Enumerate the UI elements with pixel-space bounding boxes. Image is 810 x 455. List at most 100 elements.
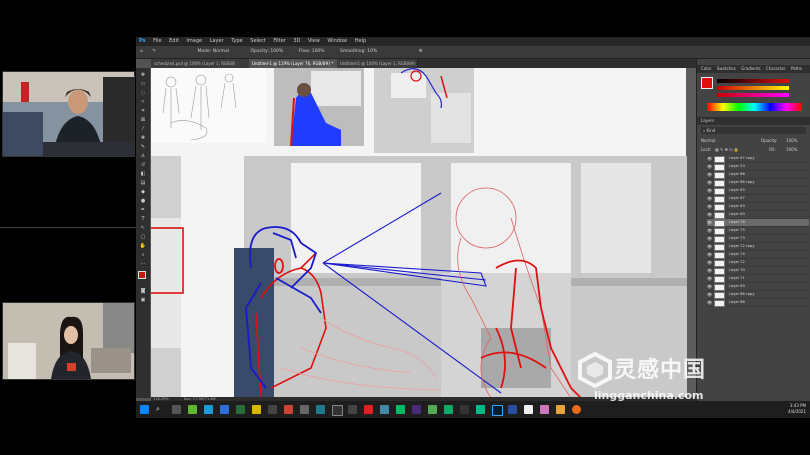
- blue-slider[interactable]: [717, 93, 789, 97]
- panel-foreground-swatch[interactable]: [701, 77, 713, 89]
- app-icon-10[interactable]: [428, 405, 437, 414]
- red-slider[interactable]: [717, 79, 789, 83]
- layer-row[interactable]: 👁 Layer 71: [707, 275, 809, 283]
- app-icon-14[interactable]: [524, 405, 533, 414]
- visibility-eye-icon[interactable]: 👁: [707, 203, 712, 210]
- visibility-eye-icon[interactable]: 👁: [707, 155, 712, 162]
- layer-row[interactable]: 👁 Layer 53: [707, 163, 809, 171]
- visibility-eye-icon[interactable]: 👁: [707, 171, 712, 178]
- marquee-tool-icon[interactable]: ▭: [139, 81, 147, 87]
- menu-help[interactable]: Help: [355, 38, 366, 44]
- menu-edit[interactable]: Edit: [169, 38, 179, 44]
- app-icon-8[interactable]: [380, 405, 389, 414]
- visibility-eye-icon[interactable]: 👁: [707, 267, 712, 274]
- path-select-tool-icon[interactable]: ↖: [139, 225, 147, 231]
- visibility-eye-icon[interactable]: 👁: [707, 283, 712, 290]
- visibility-eye-icon[interactable]: 👁: [707, 195, 712, 202]
- layer-row[interactable]: 👁 Layer 72: [707, 259, 809, 267]
- layer-row[interactable]: 👁 Layer 73: [707, 235, 809, 243]
- layer-row[interactable]: 👁 Layer 68 copy: [707, 179, 809, 187]
- layer-row[interactable]: 👁 Layer 68: [707, 299, 809, 307]
- visibility-eye-icon[interactable]: 👁: [707, 259, 712, 266]
- app-icon-17[interactable]: [572, 405, 581, 414]
- spotify-icon[interactable]: [444, 405, 453, 414]
- app-icon-15[interactable]: [540, 405, 549, 414]
- crop-tool-icon[interactable]: ⌗: [139, 108, 147, 114]
- frame-tool-icon[interactable]: ⊠: [139, 117, 147, 123]
- app-icon-12[interactable]: [476, 405, 485, 414]
- layer-row[interactable]: 👁 Layer 75: [707, 227, 809, 235]
- healing-tool-icon[interactable]: ✚: [139, 135, 147, 141]
- layer-filter[interactable]: ⌕ Kind: [701, 127, 806, 134]
- flow-input[interactable]: 100%: [312, 49, 325, 54]
- visibility-eye-icon[interactable]: 👁: [707, 227, 712, 234]
- layer-row[interactable]: 👁 Layer 60: [707, 211, 809, 219]
- layer-row[interactable]: 👁 Layer 63: [707, 203, 809, 211]
- layer-row[interactable]: 👁 Layer 67: [707, 195, 809, 203]
- visibility-eye-icon[interactable]: 👁: [707, 291, 712, 298]
- menu-image[interactable]: Image: [186, 38, 202, 44]
- app-icon-11[interactable]: [460, 405, 469, 414]
- more-tools-icon[interactable]: ⋯: [139, 261, 147, 267]
- canvas-area[interactable]: [151, 68, 696, 397]
- menu-filter[interactable]: Filter: [273, 38, 285, 44]
- tab-color[interactable]: Color: [701, 66, 711, 71]
- photoshop-taskbar-icon[interactable]: [492, 405, 503, 416]
- green-slider[interactable]: [717, 86, 789, 90]
- lasso-tool-icon[interactable]: ◌: [139, 90, 147, 96]
- system-clock[interactable]: 3:43 PM 4/4/2021: [788, 403, 806, 415]
- layer-row[interactable]: 👁 Layer 69: [707, 283, 809, 291]
- layer-row[interactable]: 👁 Layer 74: [707, 251, 809, 259]
- layer-row[interactable]: 👁 Layer 66: [707, 171, 809, 179]
- visibility-eye-icon[interactable]: 👁: [707, 179, 712, 186]
- app-icon-13[interactable]: [508, 405, 517, 414]
- mode-select[interactable]: Normal: [213, 49, 229, 54]
- search-icon[interactable]: ⌕: [156, 405, 165, 414]
- brush-tool-icon[interactable]: ✎: [139, 144, 147, 150]
- zoom-tool-icon[interactable]: ⌕: [139, 252, 147, 258]
- stamp-tool-icon[interactable]: ♙: [139, 153, 147, 159]
- tab-layers[interactable]: Layers: [701, 118, 714, 123]
- tab-character[interactable]: Character: [766, 66, 786, 71]
- app-icon-1[interactable]: [268, 405, 277, 414]
- app-icon-16[interactable]: [556, 405, 565, 414]
- blur-tool-icon[interactable]: ◆: [139, 189, 147, 195]
- move-tool-icon[interactable]: ✥: [139, 72, 147, 78]
- gradient-tool-icon[interactable]: ▤: [139, 180, 147, 186]
- opacity-input[interactable]: 100%: [270, 49, 283, 54]
- hand-tool-icon[interactable]: ✋: [139, 243, 147, 249]
- tab-gradients[interactable]: Gradients: [741, 66, 761, 71]
- type-tool-icon[interactable]: T: [139, 216, 147, 222]
- task-view-icon[interactable]: [172, 405, 181, 414]
- store-icon[interactable]: [204, 405, 213, 414]
- app-icon-4[interactable]: [316, 405, 325, 414]
- home-icon[interactable]: ⌂: [140, 49, 143, 54]
- layer-row[interactable]: 👁 Layer 72 copy: [707, 243, 809, 251]
- xbox-icon[interactable]: [236, 405, 245, 414]
- menu-window[interactable]: Window: [327, 38, 347, 44]
- fill-input[interactable]: 100%: [786, 146, 797, 153]
- edge-icon[interactable]: [220, 405, 229, 414]
- layer-row[interactable]: 👁 Layer 68 copy: [707, 291, 809, 299]
- color-spectrum[interactable]: [707, 103, 802, 111]
- brush-tool-icon[interactable]: ✎: [152, 49, 156, 54]
- layer-row[interactable]: 👁 Layer 76: [707, 219, 809, 227]
- visibility-eye-icon[interactable]: 👁: [707, 275, 712, 282]
- nvidia-icon[interactable]: [188, 405, 197, 414]
- layer-row[interactable]: 👁 Layer 67 copy: [707, 155, 809, 163]
- lock-icons[interactable]: ▦ ✎ ✥ ⊡ 🔒: [715, 146, 739, 153]
- app-icon-3[interactable]: [300, 405, 309, 414]
- tab-paths[interactable]: Paths: [791, 66, 802, 71]
- visibility-eye-icon[interactable]: 👁: [707, 163, 712, 170]
- eraser-tool-icon[interactable]: ◧: [139, 171, 147, 177]
- visibility-eye-icon[interactable]: 👁: [707, 299, 712, 306]
- tab-swatches[interactable]: Swatches: [717, 66, 736, 71]
- premiere-icon[interactable]: [412, 405, 421, 414]
- settings-gear-icon[interactable]: ⚙: [419, 49, 423, 54]
- menu-3d[interactable]: 3D: [293, 38, 300, 44]
- eyedropper-tool-icon[interactable]: ⁄: [139, 126, 147, 132]
- blend-mode-select[interactable]: Normal: [701, 138, 715, 143]
- visibility-eye-icon[interactable]: 👁: [707, 219, 712, 226]
- layer-opacity-input[interactable]: 100%: [786, 137, 797, 144]
- tab-untitled-1[interactable]: Untitled-1 @ 119% (Layer 76, RGB/8#) *: [249, 59, 340, 68]
